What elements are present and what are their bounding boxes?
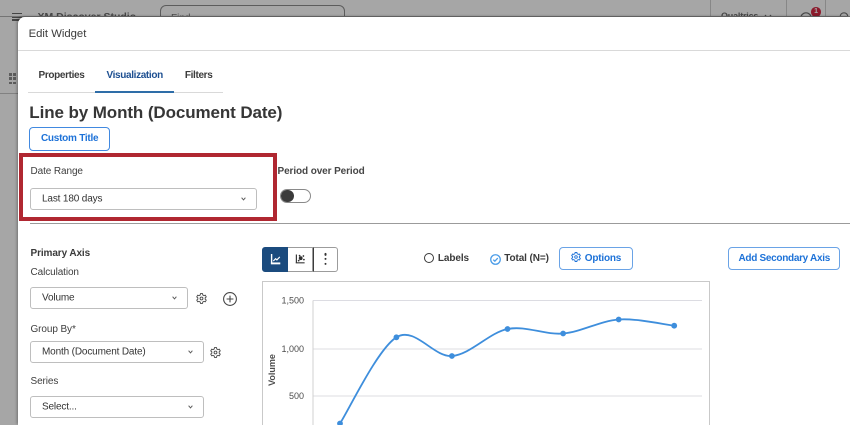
svg-text:1,000: 1,000 [281, 344, 304, 354]
svg-text:1,500: 1,500 [281, 295, 304, 305]
svg-text:500: 500 [288, 391, 303, 401]
svg-text:Volume: Volume [267, 354, 277, 386]
